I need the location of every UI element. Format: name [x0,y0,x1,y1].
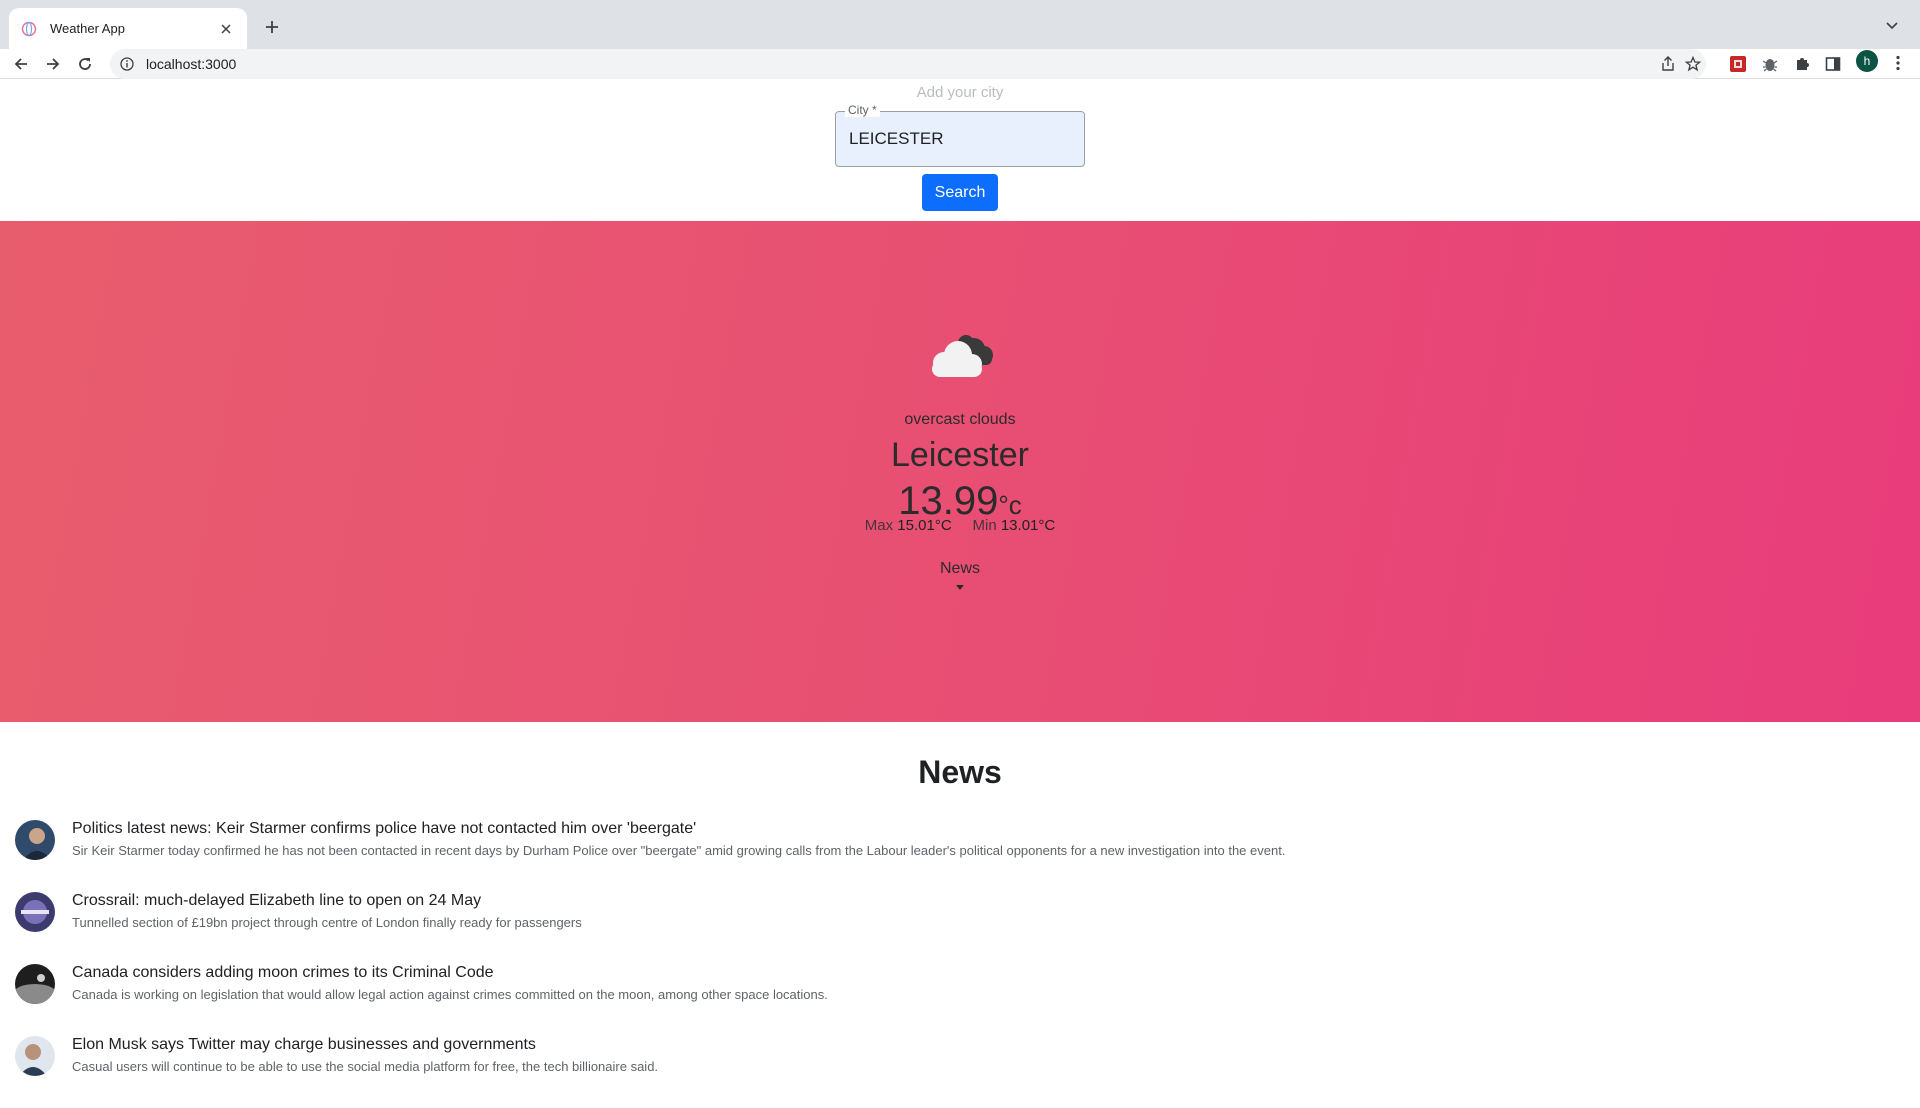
news-thumbnail-avatar [15,892,55,932]
news-thumbnail-avatar [15,964,55,1004]
min-value: 13.01°C [1000,517,1056,534]
bug-extension-icon[interactable] [1760,54,1780,74]
min-max-row: Max 15.01°C Min 13.01°C [0,517,1920,534]
red-extension-icon[interactable] [1728,54,1748,74]
temperature-unit: °c [998,490,1022,520]
close-tab-icon[interactable] [217,20,235,38]
new-tab-plus-icon[interactable] [258,13,286,41]
extensions-puzzle-icon[interactable] [1792,54,1812,74]
max-label: Max [864,517,894,534]
news-item[interactable]: Elon Musk says Twitter may charge busine… [15,1036,1905,1108]
reload-icon[interactable] [73,52,97,76]
back-arrow-icon[interactable] [9,52,33,76]
browser-tab[interactable]: Weather App [9,8,247,49]
news-thumbnail-avatar [15,1036,55,1076]
news-item[interactable]: Canada considers adding moon crimes to i… [15,964,1905,1036]
news-description: Canada is working on legislation that wo… [72,987,828,1002]
weather-description: overcast clouds [904,411,1016,428]
city-field[interactable]: City * [835,103,1085,167]
news-item[interactable]: Politics latest news: Keir Starmer confi… [15,820,1905,892]
news-description: Sir Keir Starmer today confirmed he has … [72,843,1286,858]
browser-menu-dots-icon[interactable] [1888,53,1908,73]
browser-toolbar: localhost:3000 [0,49,1920,79]
news-description: Tunnelled section of £19bn project throu… [72,915,582,930]
tab-strip: Weather App [0,0,1920,49]
page: Add your city City * Search overcast clo… [0,80,1920,1080]
tab-title: Weather App [50,21,125,36]
share-icon[interactable] [1658,54,1678,74]
city-input[interactable] [836,112,1084,166]
news-title[interactable]: Politics latest news: Keir Starmer confi… [72,820,696,838]
profile-avatar[interactable]: h [1856,50,1878,72]
add-city-heading: Add your city [916,84,1004,101]
news-section: News Politics latest news: Keir Starmer … [0,722,1920,1080]
news-title[interactable]: Elon Musk says Twitter may charge busine… [72,1036,536,1054]
city-search-form: Add your city City * Search [0,80,1920,221]
city-name: Leicester [891,436,1029,474]
news-description: Casual users will continue to be able to… [72,1059,659,1074]
bookmark-star-icon[interactable] [1683,54,1703,74]
news-heading: News [918,754,1002,790]
forward-arrow-icon[interactable] [41,52,65,76]
news-thumbnail-avatar [15,820,55,860]
caret-down-icon[interactable] [956,585,964,591]
weather-app-favicon-icon [20,20,38,38]
side-panel-icon[interactable] [1823,54,1843,74]
city-field-label: City * [845,103,880,117]
search-button[interactable]: Search [922,174,998,211]
weather-panel: overcast clouds Leicester 13.99°c Max 15… [0,221,1920,722]
news-toggle-button[interactable]: News [0,560,1920,578]
news-list: Politics latest news: Keir Starmer confi… [15,820,1905,1108]
tab-search-chevron-icon[interactable] [1880,14,1904,38]
url-text: localhost:3000 [146,56,237,72]
max-value: 15.01°C [897,517,952,534]
address-bar[interactable]: localhost:3000 [110,49,1706,79]
cloud-icon [932,335,993,377]
news-title[interactable]: Crossrail: much-delayed Elizabeth line t… [72,892,481,910]
news-title[interactable]: Canada considers adding moon crimes to i… [72,964,494,982]
site-info-icon[interactable] [118,55,136,73]
min-label: Min [972,517,997,534]
news-item[interactable]: Crossrail: much-delayed Elizabeth line t… [15,892,1905,964]
